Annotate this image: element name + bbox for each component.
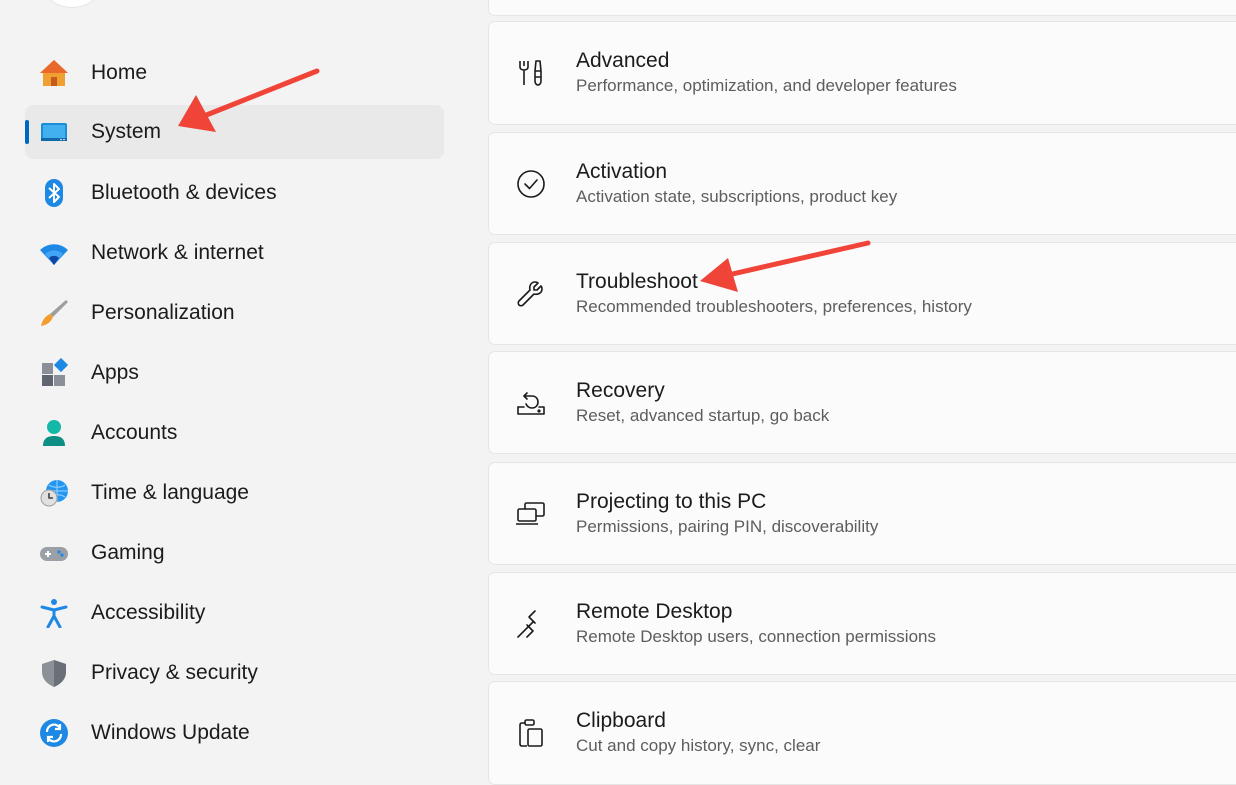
sidebar-item-system[interactable]: System	[25, 105, 444, 159]
sidebar-item-label: Privacy & security	[91, 661, 258, 684]
sidebar-item-label: Network & internet	[91, 241, 264, 264]
settings-card-troubleshoot[interactable]: Troubleshoot Recommended troubleshooters…	[488, 242, 1236, 345]
tools-icon	[515, 57, 547, 89]
sidebar-item-label: Bluetooth & devices	[91, 181, 277, 204]
card-subtitle: Performance, optimization, and developer…	[576, 76, 957, 95]
home-icon	[39, 58, 69, 88]
sidebar-item-label: Windows Update	[91, 721, 250, 744]
system-icon	[39, 117, 69, 147]
sidebar-item-label: Accessibility	[91, 601, 206, 624]
selection-indicator	[25, 120, 29, 144]
card-title: Projecting to this PC	[576, 489, 767, 513]
gamepad-icon	[39, 538, 69, 568]
settings-card-clipboard[interactable]: Clipboard Cut and copy history, sync, cl…	[488, 681, 1236, 785]
card-title: Recovery	[576, 378, 665, 402]
apps-icon	[39, 358, 69, 388]
check-circle-icon	[515, 168, 547, 200]
sidebar-item-time-language[interactable]: Time & language	[25, 466, 444, 520]
card-subtitle: Activation state, subscriptions, product…	[576, 186, 898, 206]
card-title: Clipboard	[576, 709, 666, 732]
settings-card-recovery[interactable]: Recovery Reset, advanced startup, go bac…	[488, 351, 1236, 454]
clipboard-icon	[515, 717, 547, 749]
sidebar-item-home[interactable]: Home	[25, 46, 444, 100]
sidebar-item-network-internet[interactable]: Network & internet	[25, 226, 444, 280]
bluetooth-icon	[39, 178, 69, 208]
sidebar-item-accessibility[interactable]: Accessibility	[25, 586, 444, 640]
settings-card-advanced[interactable]: Advanced Performance, optimization, and …	[488, 21, 1236, 125]
recovery-icon	[515, 387, 547, 419]
accounts-icon	[39, 418, 69, 448]
globe-clock-icon	[39, 478, 69, 508]
sidebar-item-label: System	[91, 120, 162, 143]
avatar[interactable]	[38, 0, 106, 8]
sidebar-item-label: Gaming	[91, 541, 165, 564]
wrench-icon	[515, 278, 547, 310]
settings-card-partial[interactable]	[488, 0, 1236, 16]
sidebar-item-personalization[interactable]: Personalization	[25, 286, 444, 340]
wifi-icon	[39, 238, 69, 268]
update-icon	[39, 718, 69, 748]
card-subtitle: Recommended troubleshooters, preferences…	[576, 296, 972, 316]
sidebar-item-windows-update[interactable]: Windows Update	[25, 706, 444, 760]
settings-card-projecting[interactable]: Projecting to this PC Permissions, pairi…	[488, 462, 1236, 565]
sidebar-item-label: Accounts	[91, 421, 178, 444]
card-subtitle: Remote Desktop users, connection permiss…	[576, 626, 936, 646]
sidebar-item-label: Apps	[91, 361, 139, 384]
settings-sidebar: Home System Bluetooth & devices Network …	[0, 0, 470, 769]
card-subtitle: Cut and copy history, sync, clear	[576, 736, 821, 755]
sidebar-item-gaming[interactable]: Gaming	[25, 526, 444, 580]
projecting-icon	[515, 498, 547, 530]
card-title: Troubleshoot	[576, 269, 698, 293]
remote-desktop-icon	[515, 608, 547, 640]
card-subtitle: Permissions, pairing PIN, discoverabilit…	[576, 516, 879, 536]
card-title: Advanced	[576, 49, 670, 72]
sidebar-item-privacy-security[interactable]: Privacy & security	[25, 646, 444, 700]
sidebar-item-label: Home	[91, 61, 148, 84]
card-title: Activation	[576, 159, 668, 183]
sidebar-item-bluetooth-devices[interactable]: Bluetooth & devices	[25, 166, 444, 220]
sidebar-item-accounts[interactable]: Accounts	[25, 406, 444, 460]
paintbrush-icon	[39, 298, 69, 328]
sidebar-item-label: Time & language	[91, 481, 249, 504]
shield-icon	[39, 658, 69, 688]
card-title: Remote Desktop	[576, 599, 733, 623]
sidebar-item-apps[interactable]: Apps	[25, 346, 444, 400]
settings-card-activation[interactable]: Activation Activation state, subscriptio…	[488, 132, 1236, 235]
card-subtitle: Reset, advanced startup, go back	[576, 405, 830, 425]
accessibility-icon	[39, 598, 69, 628]
sidebar-item-label: Personalization	[91, 301, 235, 324]
settings-card-remote-desktop[interactable]: Remote Desktop Remote Desktop users, con…	[488, 572, 1236, 675]
